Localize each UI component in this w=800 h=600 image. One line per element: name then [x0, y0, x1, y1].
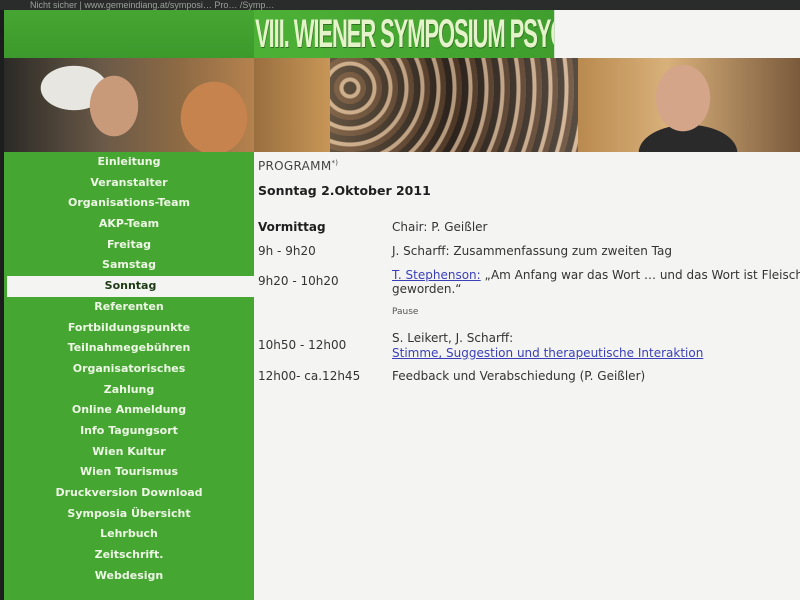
program-footnote-mark: *) — [331, 159, 339, 167]
session-3-link[interactable]: Stimme, Suggestion und therapeutische In… — [392, 346, 703, 360]
sidebar-item-druckversion-download[interactable]: Druckversion Download — [4, 483, 254, 504]
sidebar-item-einleitung[interactable]: Einleitung — [4, 152, 254, 173]
sidebar-item-sonntag[interactable]: Sonntag — [7, 276, 254, 297]
sidebar-item-samstag[interactable]: Samstag — [4, 255, 254, 276]
sidebar-item-wien-tourismus[interactable]: Wien Tourismus — [4, 462, 254, 483]
banner-photo-presenter — [578, 58, 800, 152]
time-slot-1: 9h - 9h20 — [258, 244, 316, 258]
section-vormittag: Vormittag — [258, 220, 326, 234]
pause-label: Pause — [392, 307, 419, 317]
banner-photo-gap — [254, 58, 330, 152]
sidebar-item-zeitschrift[interactable]: Zeitschrift. — [4, 545, 254, 566]
session-3-speakers: S. Leikert, J. Scharff: — [392, 331, 514, 345]
session-2: T. Stephenson: „Am Anfang war das Wort …… — [392, 268, 800, 282]
time-slot-3: 10h50 - 12h00 — [258, 338, 347, 352]
session-2-title: „Am Anfang war das Wort … und das Wort i… — [480, 268, 800, 282]
sidebar-item-wien-kultur[interactable]: Wien Kultur — [4, 442, 254, 463]
sidebar-item-organisatorisches[interactable]: Organisatorisches — [4, 359, 254, 380]
banner-photo-audience — [330, 58, 578, 152]
chair-line: Chair: P. Geißler — [392, 220, 488, 234]
header-green-block — [4, 10, 254, 58]
sidebar-item-lehrbuch[interactable]: Lehrbuch — [4, 524, 254, 545]
sidebar-item-fortbildungspunkte[interactable]: Fortbildungspunkte — [4, 318, 254, 339]
sidebar-item-referenten[interactable]: Referenten — [4, 297, 254, 318]
sidebar-item-akp-team[interactable]: AKP-Team — [4, 214, 254, 235]
browser-address-bar[interactable]: Nicht sicher | www.gemeindiang.at/sympos… — [0, 0, 800, 10]
site-title: VIII. WIENER SYMPOSIUM PSYCHOANALYSE & K… — [254, 10, 555, 58]
sidebar-item-organisations-team[interactable]: Organisations-Team — [4, 193, 254, 214]
banner-photo-speaker — [4, 58, 254, 152]
sidebar-nav: Einleitung Veranstalter Organisations-Team… — [4, 152, 254, 600]
time-slot-2: 9h20 - 10h20 — [258, 274, 339, 288]
sidebar-item-online-anmeldung[interactable]: Online Anmeldung — [4, 400, 254, 421]
web-page: VIII. WIENER SYMPOSIUM PSYCHOANALYSE & K… — [4, 10, 800, 600]
program-date: Sonntag 2.Oktober 2011 — [258, 183, 431, 198]
sidebar-item-zahlung[interactable]: Zahlung — [4, 380, 254, 401]
sidebar-item-teilnahmegeb-hren[interactable]: Teilnahmegebühren — [4, 338, 254, 359]
session-1: J. Scharff: Zusammenfassung zum zweiten … — [392, 244, 672, 258]
header-banner — [4, 58, 800, 152]
sidebar-item-freitag[interactable]: Freitag — [4, 235, 254, 256]
main-content: PROGRAMM*) Sonntag 2.Oktober 2011 Vormit… — [254, 152, 800, 600]
program-label: PROGRAMM — [258, 159, 332, 173]
session-2-title-cont: geworden.“ — [392, 282, 462, 296]
sidebar-item-webdesign[interactable]: Webdesign — [4, 566, 254, 587]
sidebar-item-symposia-bersicht[interactable]: Symposia Übersicht — [4, 504, 254, 525]
sidebar-item-veranstalter[interactable]: Veranstalter — [4, 173, 254, 194]
speaker-link-stephenson[interactable]: T. Stephenson: — [392, 268, 481, 282]
session-4: Feedback und Verabschiedung (P. Geißler) — [392, 369, 646, 383]
program-heading: PROGRAMM*) — [258, 159, 338, 173]
time-slot-4: 12h00- ca.12h45 — [258, 369, 361, 383]
sidebar-item-info-tagungsort[interactable]: Info Tagungsort — [4, 421, 254, 442]
